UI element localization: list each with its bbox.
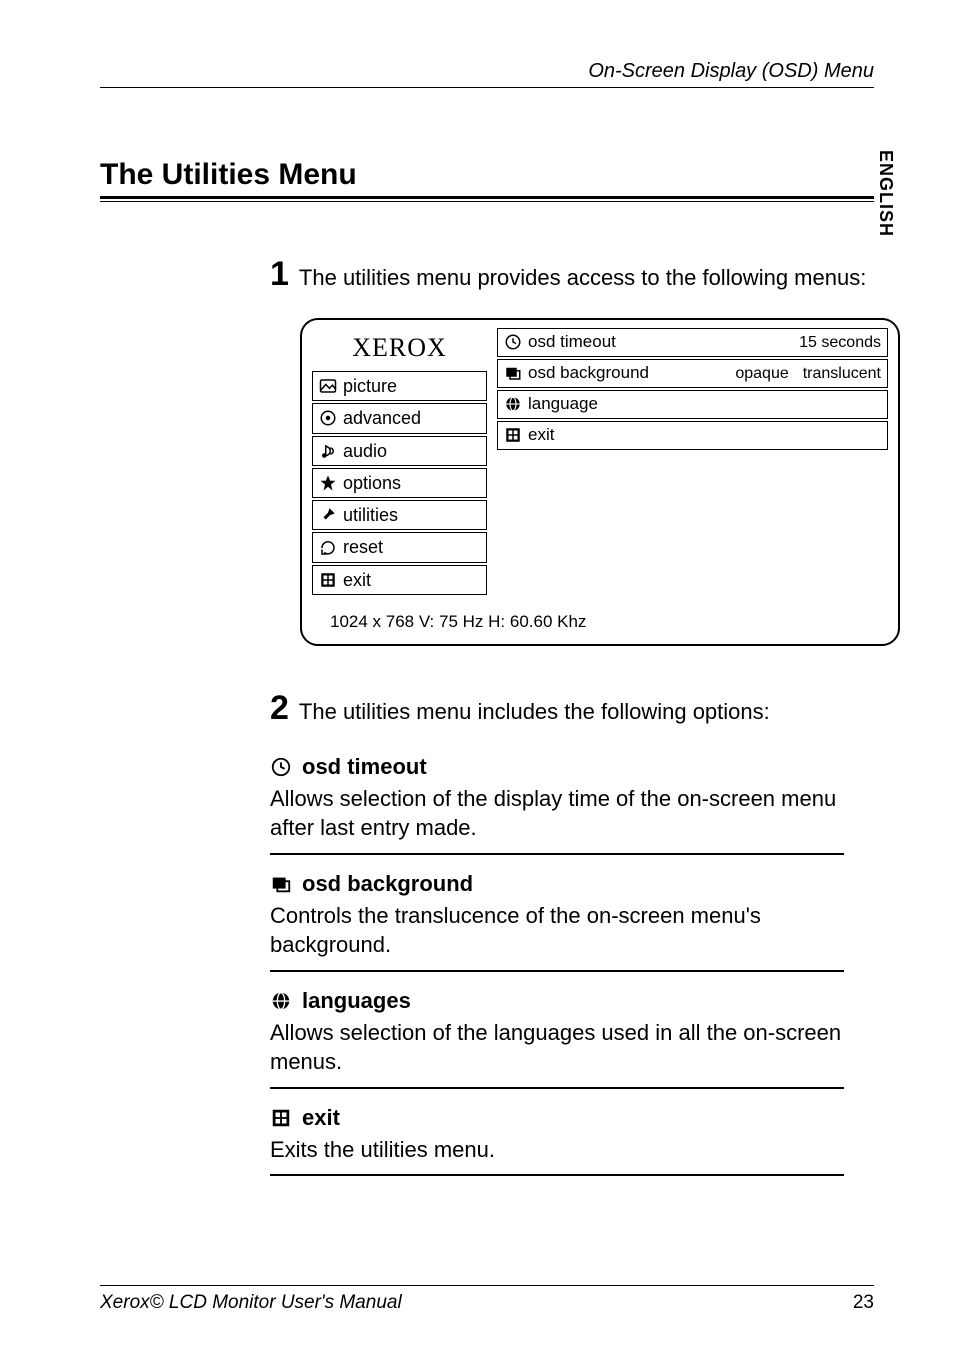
utilities-icon (319, 506, 337, 524)
osd-row-label: osd timeout (528, 331, 616, 354)
content-area: 1 The utilities menu provides access to … (270, 252, 874, 1176)
option-separator (270, 853, 844, 855)
step-1-number: 1 (270, 252, 289, 298)
osd-row-value: 15 seconds (799, 332, 881, 354)
osd-menu-reset[interactable]: reset (312, 532, 487, 562)
osd-row-label: osd background (528, 362, 649, 385)
option-title: languages (302, 986, 411, 1016)
osd-menu-label: audio (343, 439, 387, 463)
option-description: Controls the translucence of the on-scre… (270, 901, 844, 960)
options-icon (319, 474, 337, 492)
osd-row-exit[interactable]: exit (497, 421, 888, 450)
osd-menu-exit[interactable]: exit (312, 565, 487, 595)
osd-right-column: osd timeout 15 seconds osd background op… (497, 328, 888, 597)
clock-icon (504, 333, 522, 351)
step-2: 2 The utilities menu includes the follow… (270, 686, 874, 732)
option-description: Allows selection of the languages used i… (270, 1018, 844, 1077)
osd-menu-label: advanced (343, 406, 421, 430)
osd-brand: XEROX (312, 328, 487, 371)
osd-menu-label: utilities (343, 503, 398, 527)
reset-icon (319, 539, 337, 557)
osd-left-column: XEROX picture advanced audio options (312, 328, 487, 597)
osd-menu-options[interactable]: options (312, 468, 487, 498)
page-header: On-Screen Display (OSD) Menu (100, 60, 874, 88)
footer-rule (100, 1285, 874, 1287)
section-rule-thin (100, 201, 874, 202)
audio-icon (319, 442, 337, 460)
option-osd-timeout: osd timeout Allows selection of the disp… (270, 752, 844, 843)
osd-status-line: 1024 x 768 V: 75 Hz H: 60.60 Khz (312, 611, 888, 634)
background-icon (504, 364, 522, 382)
language-tab: ENGLISH (875, 150, 896, 237)
exit-icon (319, 571, 337, 589)
osd-panel: XEROX picture advanced audio options (300, 318, 900, 646)
option-title: osd background (302, 869, 473, 899)
osd-menu-picture[interactable]: picture (312, 371, 487, 401)
osd-menu-label: reset (343, 535, 383, 559)
clock-icon (270, 756, 292, 778)
option-separator (270, 970, 844, 972)
globe-icon (270, 990, 292, 1012)
osd-menu-label: options (343, 471, 401, 495)
osd-row-label: exit (528, 424, 554, 447)
option-exit: exit Exits the utilities menu. (270, 1103, 844, 1164)
exit-grid-icon (504, 426, 522, 444)
option-title: osd timeout (302, 752, 427, 782)
osd-menu-label: exit (343, 568, 371, 592)
option-osd-background: osd background Controls the translucence… (270, 869, 844, 960)
option-title: exit (302, 1103, 340, 1133)
globe-icon (504, 395, 522, 413)
osd-menu-label: picture (343, 374, 397, 398)
footer-page-number: 23 (853, 1292, 874, 1314)
osd-row-label: language (528, 393, 598, 416)
page-footer: Xerox© LCD Monitor User's Manual 23 (100, 1285, 874, 1315)
background-icon (270, 873, 292, 895)
section-rule (100, 196, 874, 199)
step-1-text: The utilities menu provides access to th… (299, 263, 866, 293)
advanced-icon (319, 409, 337, 427)
osd-menu-utilities[interactable]: utilities (312, 500, 487, 530)
osd-row-value-b: translucent (803, 363, 881, 385)
option-description: Allows selection of the display time of … (270, 784, 844, 843)
step-2-text: The utilities menu includes the followin… (299, 697, 770, 727)
osd-menu-advanced[interactable]: advanced (312, 403, 487, 433)
osd-row-timeout[interactable]: osd timeout 15 seconds (497, 328, 888, 357)
step-2-number: 2 (270, 686, 289, 732)
osd-row-language[interactable]: language (497, 390, 888, 419)
picture-icon (319, 377, 337, 395)
osd-menu-audio[interactable]: audio (312, 436, 487, 466)
step-1: 1 The utilities menu provides access to … (270, 252, 874, 298)
header-right-text: On-Screen Display (OSD) Menu (588, 60, 874, 83)
option-languages: languages Allows selection of the langua… (270, 986, 844, 1077)
option-separator (270, 1174, 844, 1176)
option-separator (270, 1087, 844, 1089)
option-description: Exits the utilities menu. (270, 1135, 844, 1165)
osd-row-background[interactable]: osd background opaque translucent (497, 359, 888, 388)
osd-row-value-a: opaque (735, 363, 788, 385)
section-title: The Utilities Menu (100, 158, 874, 192)
exit-grid-icon (270, 1107, 292, 1129)
footer-left-text: Xerox© LCD Monitor User's Manual (100, 1292, 402, 1314)
